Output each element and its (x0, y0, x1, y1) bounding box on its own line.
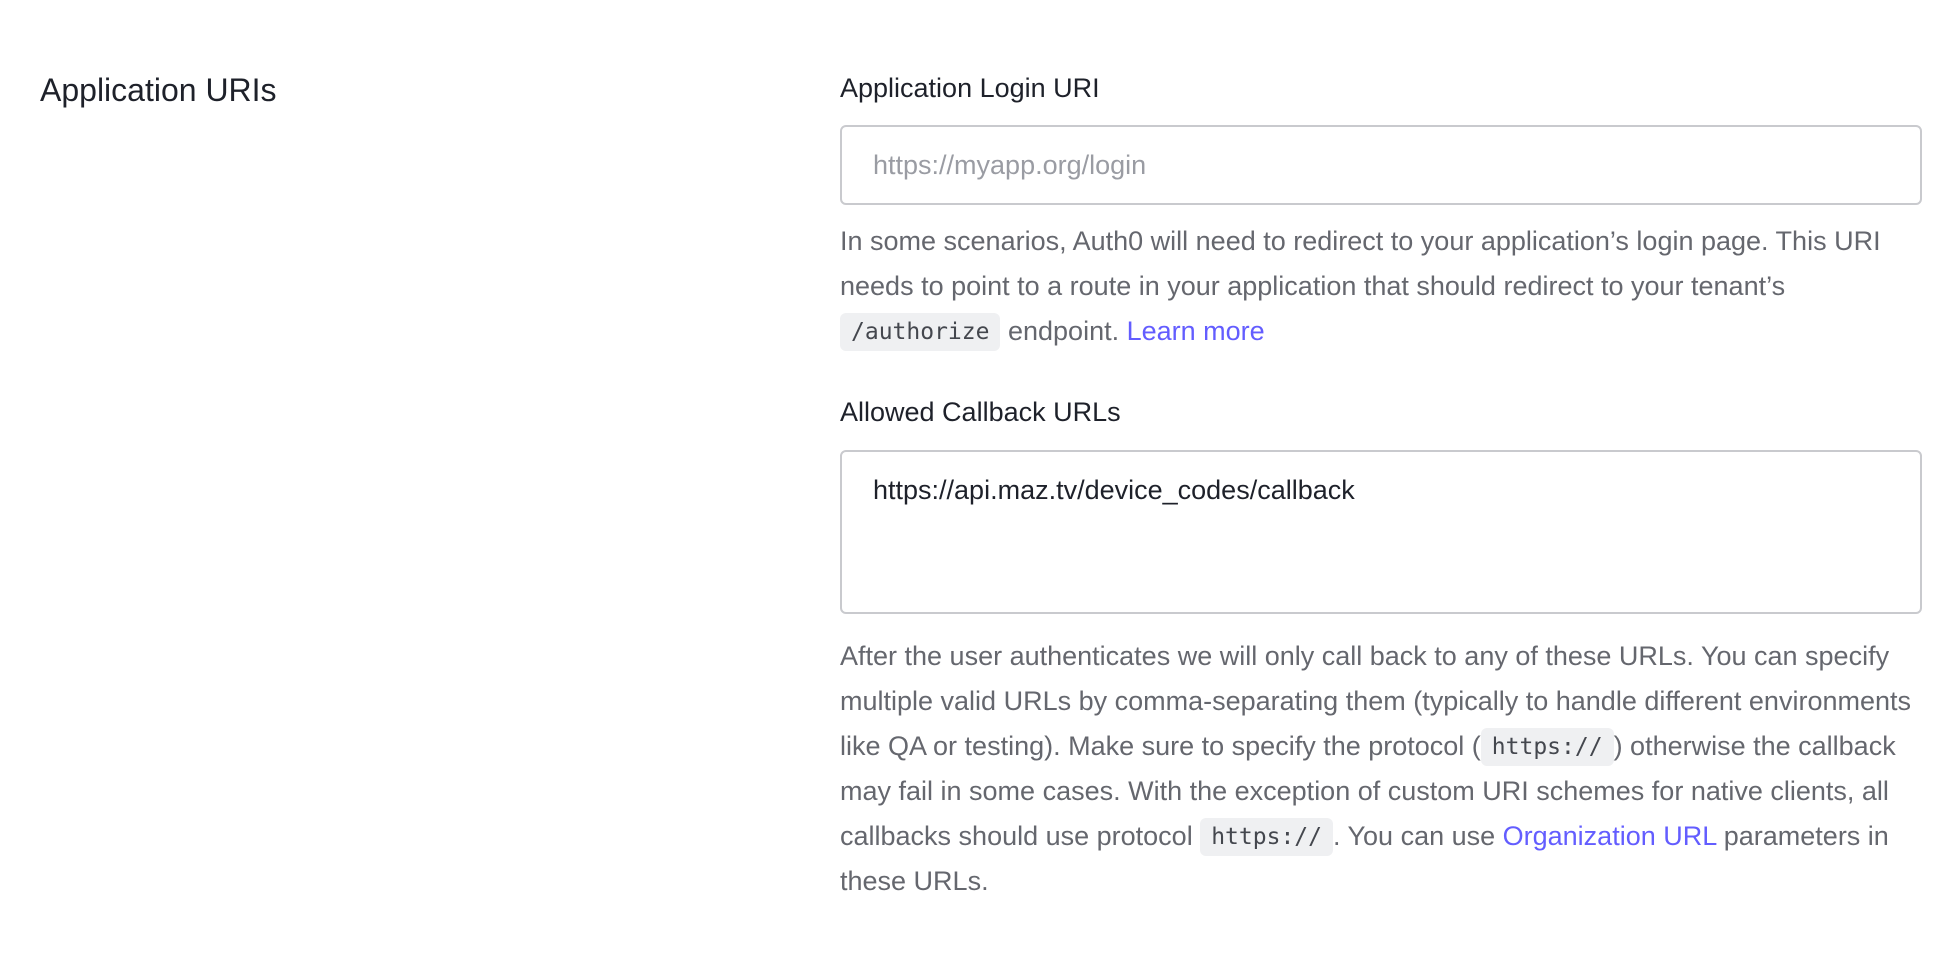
callback-urls-textarea[interactable]: https://api.maz.tv/device_codes/callback (840, 450, 1922, 614)
callback-urls-field-group: Allowed Callback URLs https://api.maz.tv… (840, 394, 1922, 904)
login-uri-help-part2: endpoint. (1000, 316, 1127, 346)
login-uri-field-group: Application Login URI In some scenarios,… (840, 70, 1922, 354)
login-uri-label: Application Login URI (840, 73, 1100, 103)
callback-urls-help-text: After the user authenticates we will onl… (840, 634, 1922, 904)
organization-url-link[interactable]: Organization URL (1503, 821, 1717, 851)
https-code-chip-2: https:// (1200, 818, 1333, 856)
login-uri-help-part1: In some scenarios, Auth0 will need to re… (840, 226, 1881, 301)
callback-help-part3: . You can use (1332, 821, 1503, 851)
login-uri-input[interactable] (840, 125, 1922, 205)
callback-urls-label: Allowed Callback URLs (840, 397, 1121, 427)
https-code-chip-1: https:// (1480, 728, 1614, 766)
login-uri-help-text: In some scenarios, Auth0 will need to re… (840, 219, 1922, 354)
authorize-code-chip: /authorize (840, 313, 1001, 351)
section-title: Application URIs (40, 72, 277, 108)
learn-more-link[interactable]: Learn more (1127, 316, 1265, 346)
application-uris-fields: Application Login URI In some scenarios,… (840, 70, 1922, 904)
